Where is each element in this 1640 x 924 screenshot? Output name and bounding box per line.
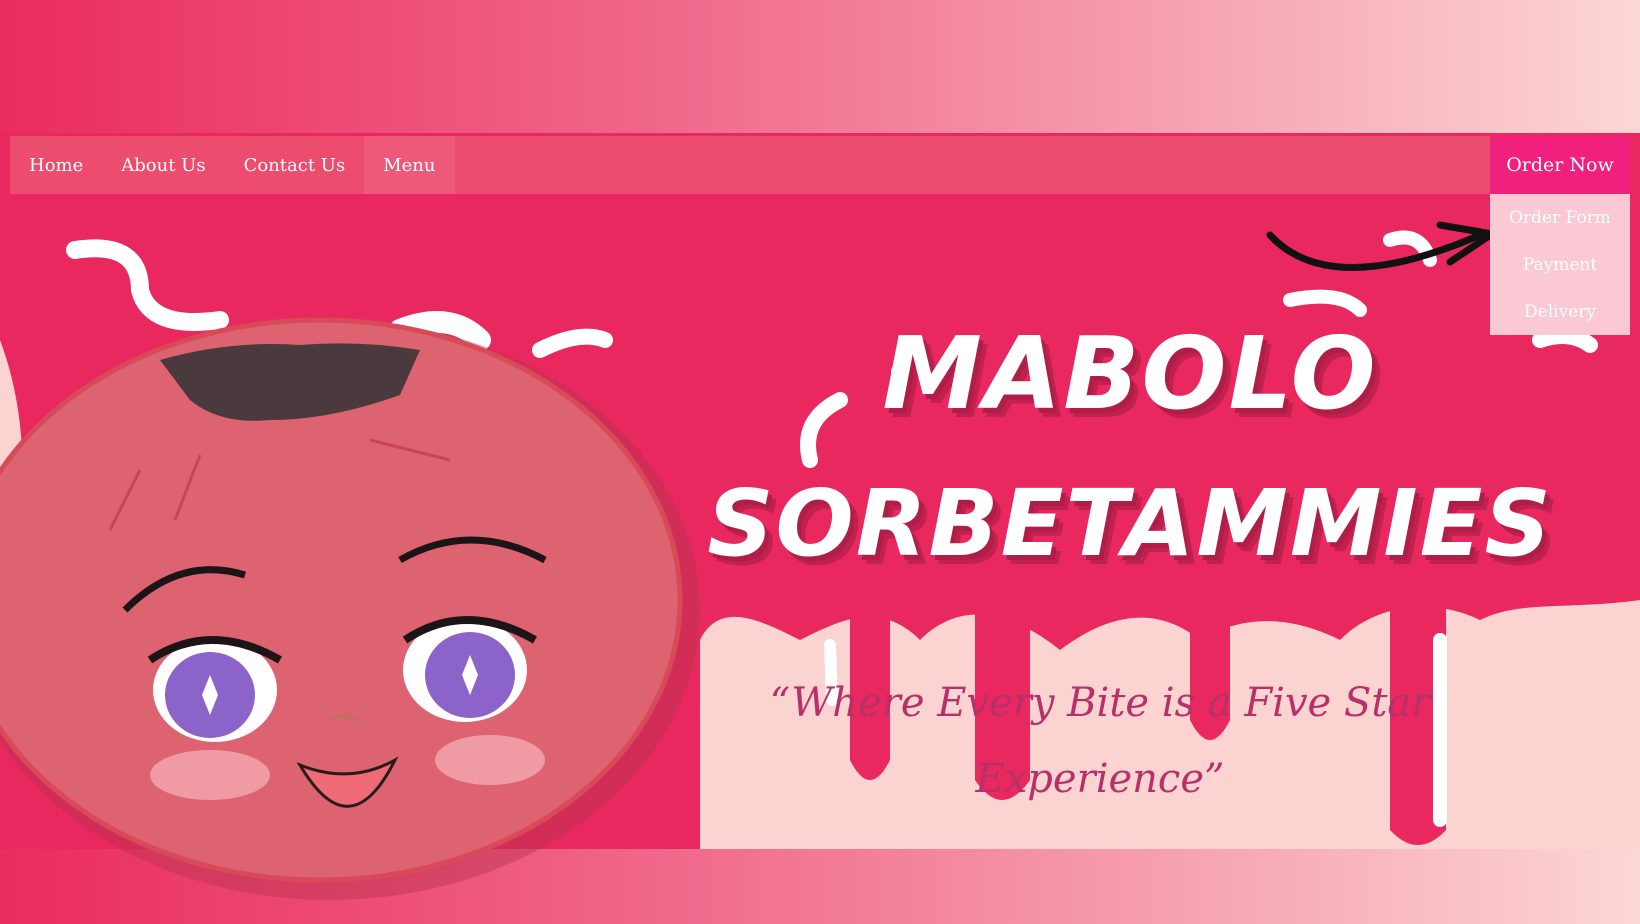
order-dropdown-menu: Order Form Payment Delivery [1490,194,1630,335]
dropdown-item-delivery[interactable]: Delivery [1490,288,1630,335]
hero-title-line-1: MABOLO [882,315,1378,432]
arrow-icon [1266,221,1496,271]
dropdown-item-order-form[interactable]: Order Form [1490,194,1630,241]
nav-item-contact-us[interactable]: Contact Us [225,136,365,194]
order-now-button[interactable]: Order Now [1490,136,1630,194]
main-navbar: Home About Us Contact Us Menu [10,136,1490,194]
dropdown-item-payment[interactable]: Payment [1490,241,1630,288]
hero-tagline: “Where Every Bite is a Five Star Experie… [769,680,1431,802]
nav-item-home[interactable]: Home [10,136,102,194]
hero-title-line-2: SORBETAMMIES [707,470,1553,577]
nav-item-menu[interactable]: Menu [364,136,455,194]
mabolo-mascot [0,317,700,900]
nav-item-about-us[interactable]: About Us [102,136,224,194]
